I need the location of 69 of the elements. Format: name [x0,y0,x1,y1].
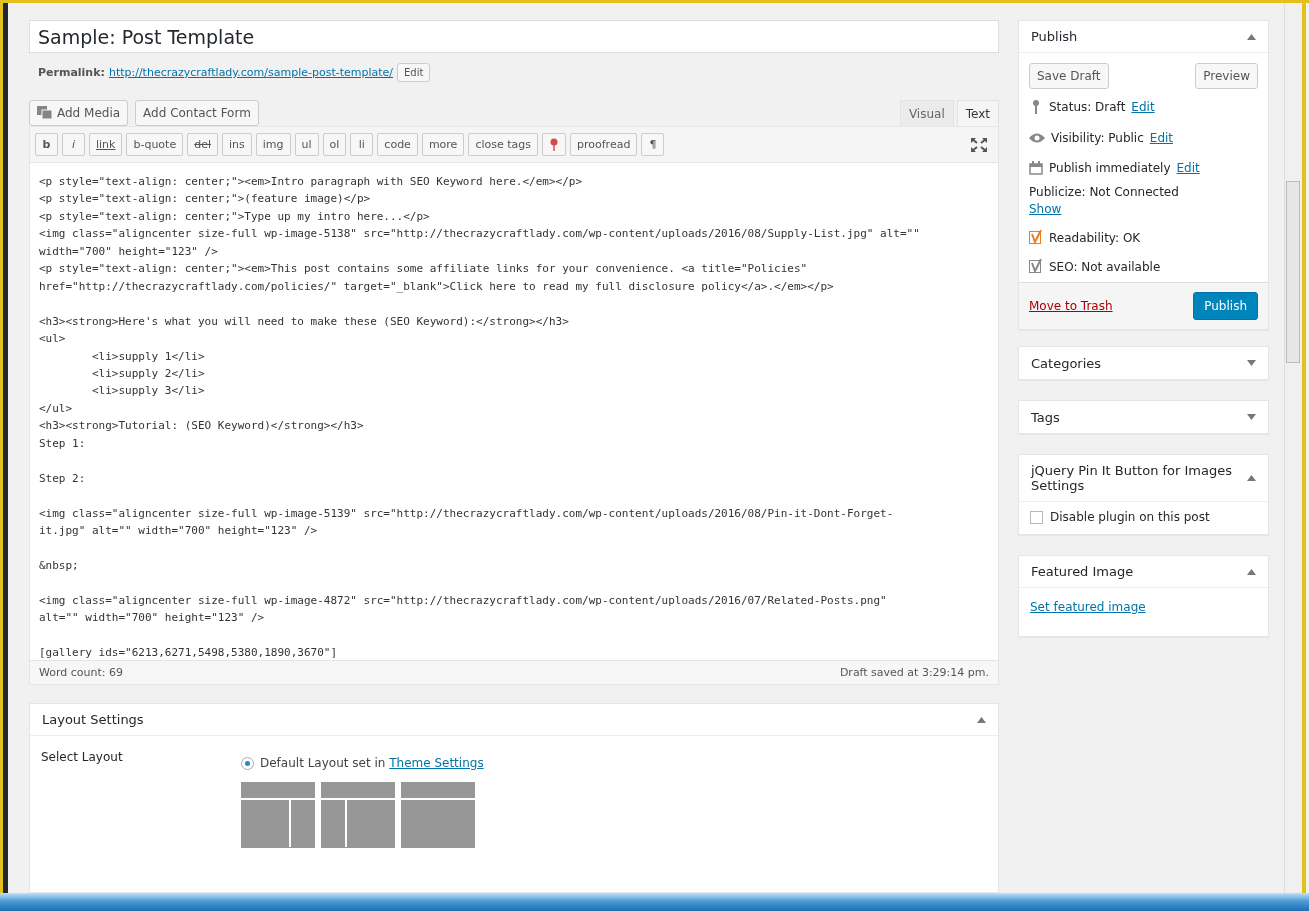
panel-title: Categories [1031,355,1102,371]
score-text: SEO: Not available [1049,259,1161,274]
permalink-label: Permalink: [38,66,105,79]
code-editor[interactable]: <p style="text-align: center;"><em>Intro paragraph with SEO Keyword here.</em></p> <p style="text-align: center;">(feature image)</p> <p style="text-align: center;">Type up my intro here...</p> <img class="aligncenter size-full wp-image-5138" src="http://thecrazycraftlady.com/wp-content/uploads/2016/08/Supply-List.jpg" alt="" width="700" height="123" /> <p style="text-align: center;"><em>This post contains some affiliate links for your convenience. <a title="Policies" href="http://thecrazycraftlady.com/policies/" target="_blank">Click here to read my full disclosure policy</a>.</em></p> <h3><strong>Here's what you will need to make these (SEO Keyword):</strong></h3> <ul> <li>supply 1</li> <li>supply 2</li> <li>supply 3</li> </ul> <h3><strong>Tutorial: (SEO Keyword)</strong></h3> Step 1: Step 2: <img class="aligncenter size-full wp-image-5139" src="http://thecrazycraftlady.com/wp-content/uploads/2016/08/Pin-it-Dont-Forget- it.jpg" alt="" width="700" height="123" /> &nbsp; <img class="aligncenter size-full wp-image-4872" src="http://thecrazycraftlady.com/wp-content/uploads/2016/07/Related-Posts.png" alt="" width="700" height="123" /> [gallery ids="6213,6271,5498,5380,1890,3670"] [30,163,998,660]
quicktag-button[interactable]: link [89,133,123,156]
quicktag-button[interactable]: ¶ [641,133,665,156]
publish-meta-text: Publish immediately [1049,161,1171,175]
panel-title: Layout Settings [42,712,144,727]
fullscreen-icon[interactable] [971,137,987,152]
checkbox-label: Disable plugin on this post [1050,510,1210,524]
collapse-arrow-icon[interactable] [1247,568,1256,575]
add-media-button[interactable]: Add Media [29,100,129,126]
publish-meta-text: Status: Draft [1049,100,1126,114]
edit-link[interactable]: Edit [1176,161,1200,175]
quicktag-button[interactable]: code [377,133,418,156]
edit-link[interactable]: Edit [1149,131,1174,145]
quicktag-button[interactable]: ins [222,133,252,156]
word-count: Word count: 69 [39,666,123,679]
add-form-button[interactable]: Add Contact Form [135,100,259,126]
quicktag-button[interactable]: img [255,133,291,156]
edit-permalink-button[interactable]: Edit [397,63,431,82]
panel-title: jQuery Pin It Button for Images Settings [1031,463,1234,493]
pin-button[interactable] [542,133,566,156]
quicktag-button[interactable]: proofread [570,133,638,156]
scrollbar-thumb[interactable] [1286,181,1300,363]
panel-title: Featured Image [1031,564,1134,579]
save-draft-button[interactable]: Save Draft [1029,63,1109,89]
layout-option-icon[interactable] [321,782,395,848]
move-to-trash-link[interactable]: Move to Trash [1029,299,1113,313]
post-title-field[interactable]: Sample: Post Template [29,20,999,53]
layout-option-text: Default Layout set in Theme Settings [260,756,484,770]
quicktag-button[interactable]: li [350,133,374,156]
draft-saved-status: Draft saved at 3:29:14 pm. [839,666,989,679]
panel-title: Publish [1031,29,1078,44]
calendar-icon [1029,161,1043,175]
edit-link[interactable]: Edit [1131,100,1155,114]
quicktag-button[interactable]: b [35,133,58,156]
quicktag-button[interactable]: ol [322,133,347,156]
checkbox[interactable] [1030,510,1043,524]
editor-tab[interactable]: Text [956,100,999,126]
select-layout-label: Select Layout [41,750,123,764]
layout-radio[interactable] [241,756,254,770]
preview-button[interactable]: Preview [1195,63,1258,89]
collapse-arrow-icon[interactable] [1247,475,1256,481]
publish-button[interactable]: Publish [1193,292,1258,320]
layout-option-icon[interactable] [401,782,475,848]
expand-arrow-icon[interactable] [1247,360,1256,366]
eye-icon [1029,132,1045,144]
quicktag-button[interactable]: close tags [468,133,538,156]
collapse-arrow-icon[interactable] [1247,33,1256,40]
editor-tab[interactable]: Visual [899,100,954,126]
show-link[interactable]: Show [1029,202,1062,216]
quicktag-button[interactable]: b-quote [126,133,184,156]
quicktag-button[interactable]: i [62,133,85,156]
theme-settings-link[interactable]: Theme Settings [389,756,484,770]
publish-meta-text: Visibility: Public [1051,131,1144,145]
permalink-link[interactable]: http://thecrazycraftlady.com/sample-post-template/ [108,66,394,79]
media-icon [37,106,53,120]
quicktag-button[interactable]: more [421,133,465,156]
layout-option-icon[interactable] [241,782,315,848]
quicktag-button[interactable]: del [187,133,218,156]
set-featured-image-link[interactable]: Set featured image [1030,600,1146,614]
panel-title: Tags [1031,409,1060,425]
score-text: Readability: OK [1049,230,1141,245]
publicize-status: Publicize: Not Connected [1029,185,1180,199]
quicktag-button[interactable]: ul [294,133,319,156]
collapse-arrow-icon[interactable] [977,716,986,723]
pin-icon [549,137,559,152]
expand-arrow-icon[interactable] [1247,414,1256,420]
